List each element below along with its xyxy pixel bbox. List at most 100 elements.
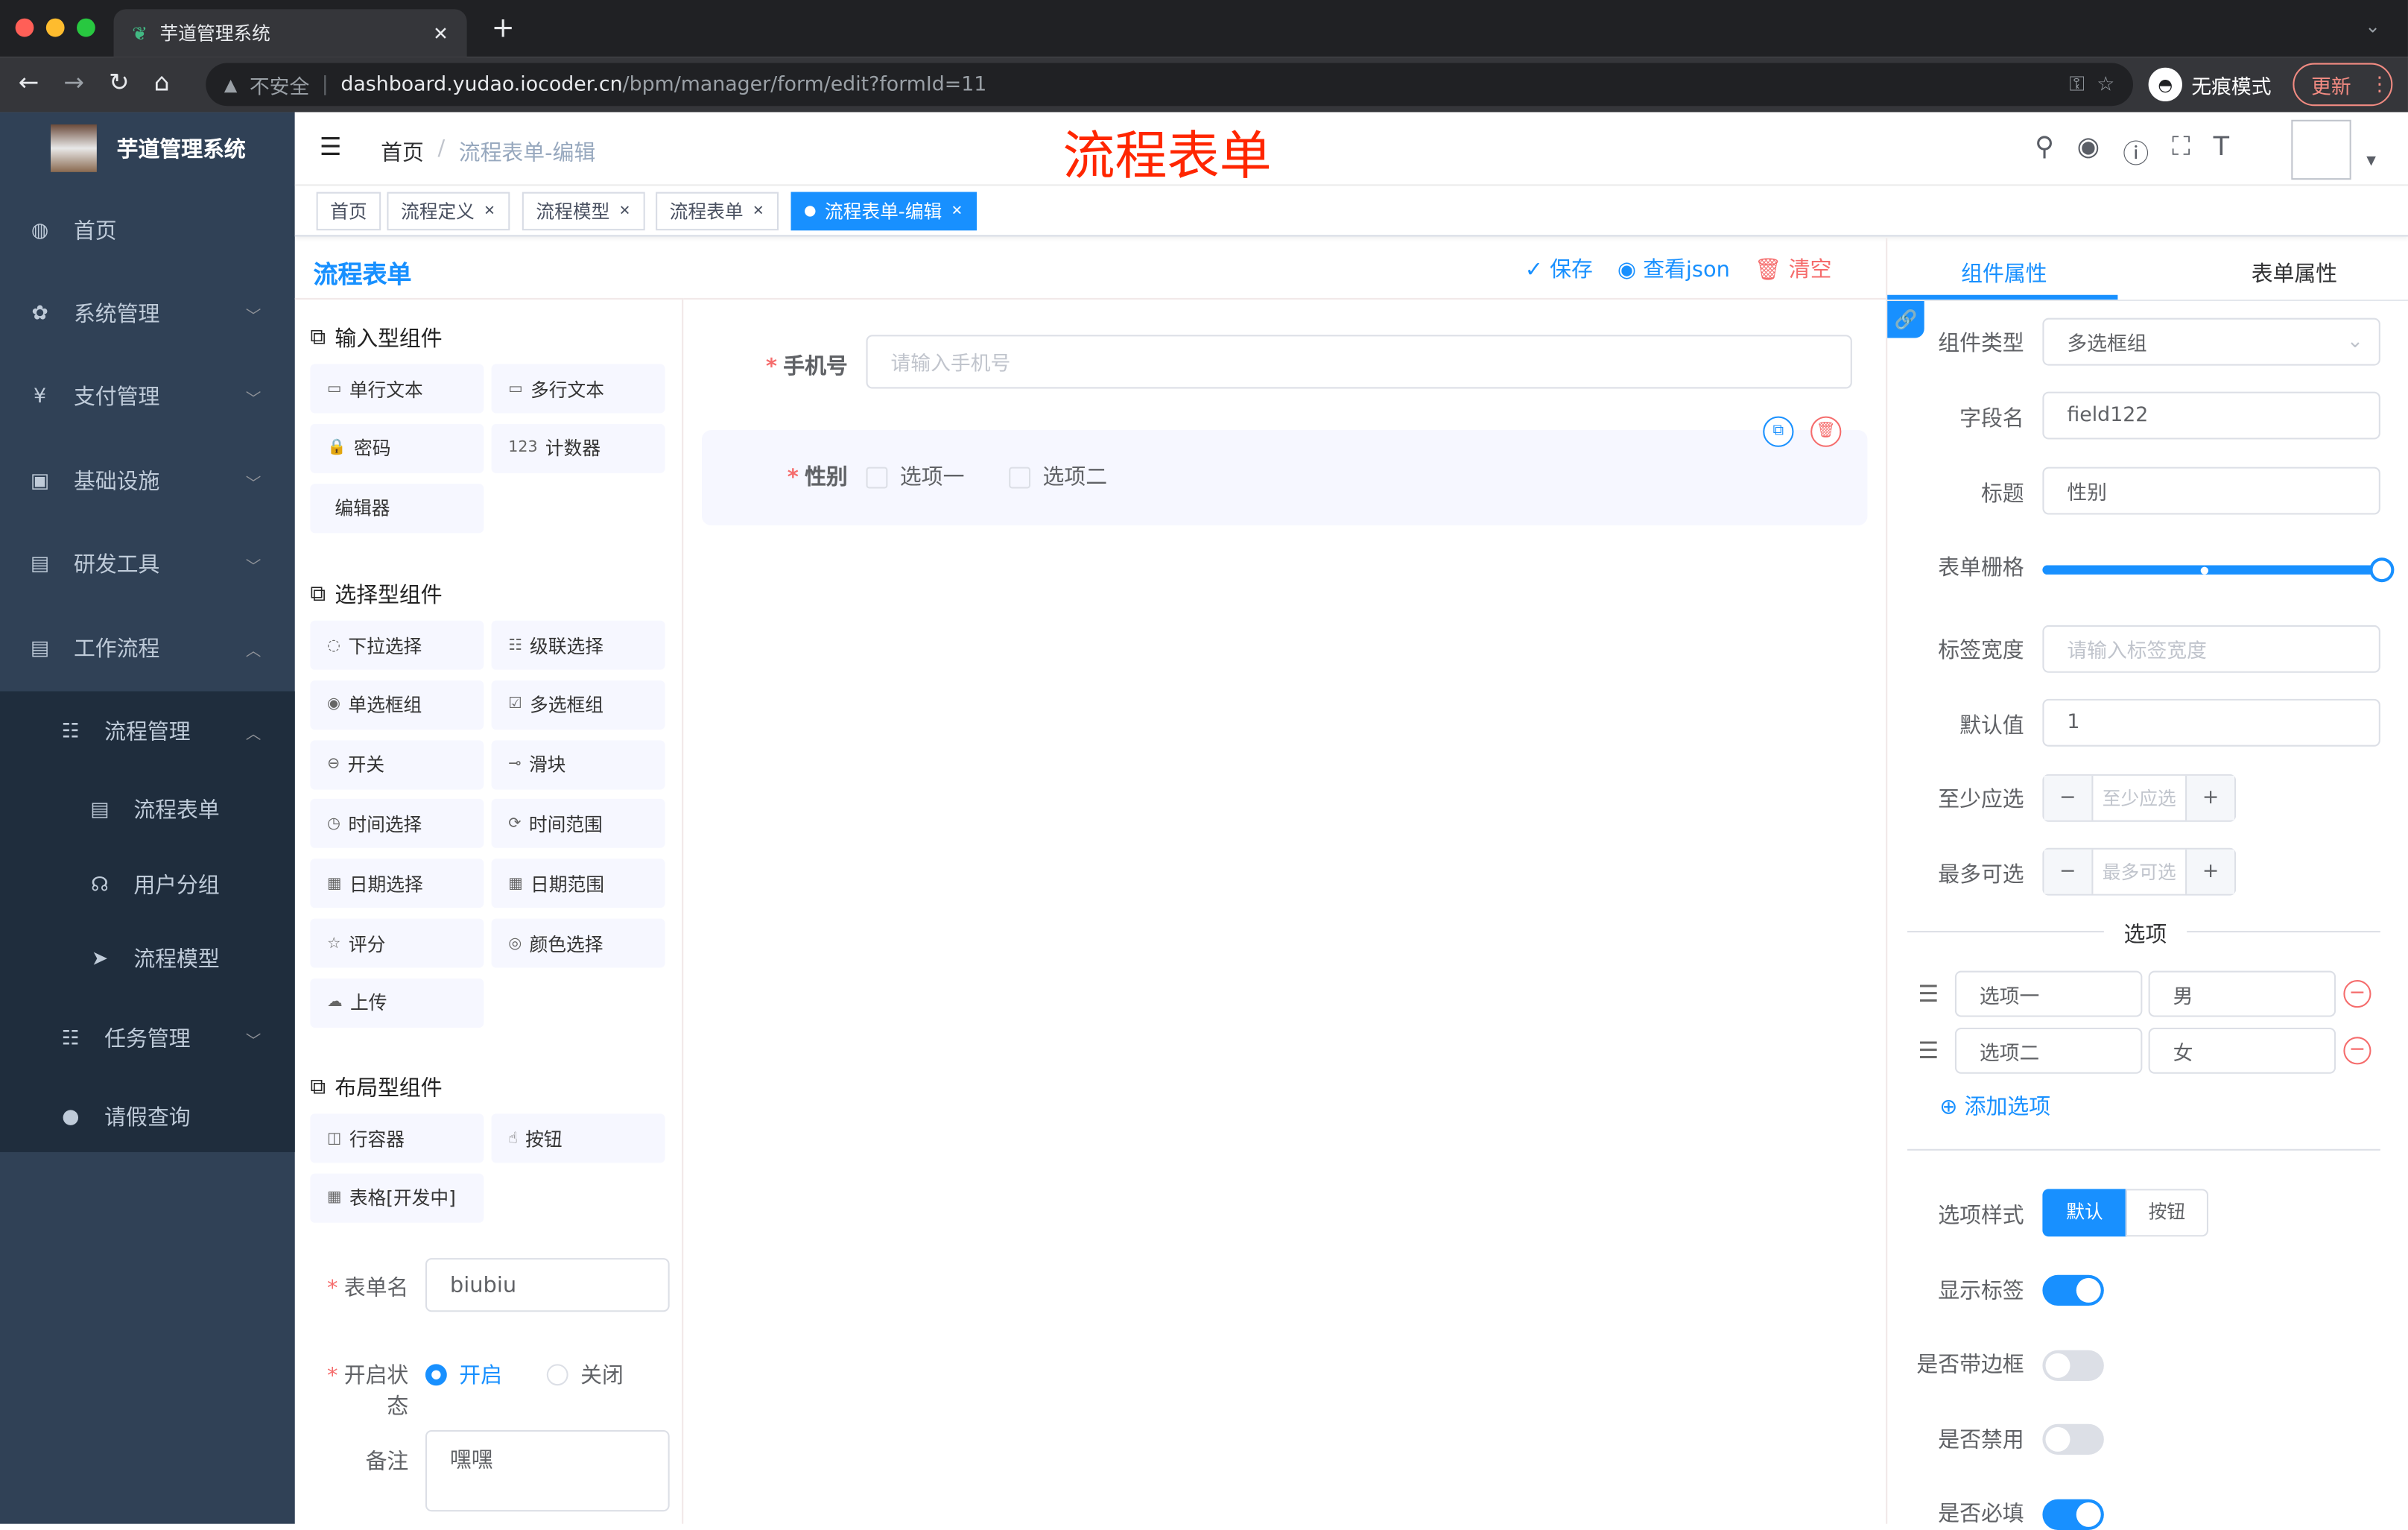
tab-component-props[interactable]: 组件属性	[1961, 258, 2047, 288]
caret-down-icon[interactable]: ▼	[2366, 154, 2376, 168]
close-tag-icon[interactable]: ✕	[619, 203, 631, 219]
sidebar-item[interactable]: ▤ 研发工具 ﹀	[0, 525, 295, 602]
drag-handle-icon[interactable]: ☰	[1918, 980, 1939, 1008]
border-switch[interactable]	[2042, 1350, 2104, 1382]
component-item[interactable]: 编辑器	[310, 483, 484, 533]
component-item[interactable]: ⊖ 开关	[310, 739, 484, 789]
sidebar-item[interactable]: ◍ 首页	[0, 192, 295, 269]
home-icon[interactable]: ⌂	[154, 68, 170, 97]
max-stepper[interactable]: − 最多可选 +	[2042, 847, 2237, 896]
component-item[interactable]: ⟳ 时间范围	[491, 799, 665, 849]
plus-icon[interactable]: +	[2185, 849, 2235, 894]
style-default-button[interactable]: 默认	[2042, 1189, 2127, 1237]
option-value-input[interactable]: 女	[2148, 1027, 2336, 1074]
show-label-switch[interactable]	[2042, 1274, 2104, 1306]
user-avatar[interactable]	[2291, 119, 2351, 180]
new-tab-button[interactable]: +	[492, 12, 515, 44]
address-bar[interactable]: ▲ 不安全 | dashboard.yudao.iocoder.cn/bpm/m…	[206, 63, 2134, 107]
close-tag-icon[interactable]: ✕	[752, 203, 764, 219]
grid-slider-track[interactable]	[2042, 565, 2380, 575]
minus-icon[interactable]: −	[2044, 775, 2094, 821]
component-item[interactable]: 123 计数器	[491, 423, 665, 473]
save-button[interactable]: ✓ 保存	[1525, 253, 1593, 284]
component-type-select[interactable]: 多选框组 ⌄	[2042, 317, 2380, 366]
drag-handle-icon[interactable]: ☰	[1918, 1037, 1939, 1064]
maximize-window-button[interactable]	[77, 18, 95, 37]
reload-icon[interactable]: ↻	[109, 68, 130, 97]
font-size-icon[interactable]: T	[2214, 132, 2229, 171]
status-radio-off[interactable]: 关闭	[546, 1359, 624, 1390]
browser-tab[interactable]: ❦ 芋道管理系统 ✕	[113, 9, 467, 57]
component-item[interactable]: ▦ 日期范围	[491, 859, 665, 908]
style-button-button[interactable]: 按钮	[2125, 1189, 2209, 1237]
sidebar-item[interactable]: ▤ 流程表单	[0, 771, 295, 848]
update-button[interactable]: 更新 ⋮	[2293, 63, 2393, 107]
hamburger-icon[interactable]: ☰	[320, 132, 342, 161]
component-item[interactable]: ◌ 下拉选择	[310, 620, 484, 670]
option-label-input[interactable]: 选项二	[1954, 1027, 2143, 1074]
sidebar-item[interactable]: ▤ 工作流程 ︿	[0, 610, 295, 686]
component-item[interactable]: ◷ 时间选择	[310, 799, 484, 849]
fullscreen-icon[interactable]: ⛶	[2172, 132, 2190, 171]
close-tag-icon[interactable]: ✕	[951, 203, 963, 219]
add-option-button[interactable]: ⊕ 添加选项	[1939, 1090, 2050, 1121]
status-radio-on[interactable]: 开启	[425, 1359, 502, 1390]
component-item[interactable]: ◎ 颜色选择	[491, 918, 665, 968]
phone-input[interactable]: 请输入手机号	[866, 335, 1852, 389]
sidebar-item[interactable]: ¥ 支付管理 ﹀	[0, 358, 295, 434]
minimize-window-button[interactable]	[45, 18, 65, 37]
title-input[interactable]: 性别	[2042, 467, 2380, 515]
remove-option-icon[interactable]: −	[2343, 980, 2371, 1008]
component-item[interactable]: ▦ 日期选择	[310, 859, 484, 908]
minus-icon[interactable]: −	[2044, 849, 2094, 894]
sidebar-item[interactable]: ☊ 用户分组	[0, 847, 295, 923]
star-icon[interactable]: ☆	[2097, 73, 2114, 96]
sidebar-item[interactable]: ● 请假查询	[0, 1078, 295, 1155]
tag-3[interactable]: 流程表单 ✕	[656, 192, 779, 231]
search-icon[interactable]: ⚲	[2035, 132, 2054, 171]
component-item[interactable]: ◫ 行容器	[310, 1113, 484, 1163]
back-icon[interactable]: ←	[19, 68, 39, 97]
tag-0[interactable]: 首页	[316, 192, 381, 231]
form-name-input[interactable]: biubiu	[425, 1258, 670, 1312]
required-switch[interactable]	[2042, 1499, 2104, 1530]
forward-icon[interactable]: →	[63, 68, 84, 97]
field-input[interactable]: field122	[2042, 391, 2380, 440]
tab-form-props[interactable]: 表单属性	[2252, 258, 2337, 288]
incognito-button[interactable]: ◓ 无痕模式	[2142, 63, 2284, 107]
component-item[interactable]: ☝ 按钮	[491, 1113, 665, 1163]
component-item[interactable]: ▭ 多行文本	[491, 364, 665, 414]
option-value-input[interactable]: 男	[2148, 970, 2336, 1017]
component-item[interactable]: 🔒 密码	[310, 423, 484, 473]
breadcrumb-home[interactable]: 首页	[381, 136, 424, 167]
delete-icon[interactable]: 🗑	[1810, 416, 1842, 447]
disabled-switch[interactable]	[2042, 1423, 2104, 1455]
component-item[interactable]: ⊸ 滑块	[491, 739, 665, 789]
sidebar-item[interactable]: ▣ 基础设施 ﹀	[0, 443, 295, 519]
sidebar-item[interactable]: ☷ 任务管理 ﹀	[0, 1000, 295, 1077]
remark-textarea[interactable]: 嘿嘿	[425, 1429, 670, 1512]
option-label-input[interactable]: 选项一	[1954, 970, 2143, 1017]
default-input[interactable]: 1	[2042, 698, 2380, 747]
view-json-button[interactable]: ◉ 查看json	[1618, 253, 1730, 284]
checkbox-option-2[interactable]: 选项二	[1009, 461, 1107, 491]
key-icon[interactable]: ⚿	[2069, 73, 2084, 96]
component-item[interactable]: ◉ 单选框组	[310, 680, 484, 730]
component-item[interactable]: ☑ 多选框组	[491, 680, 665, 730]
remove-option-icon[interactable]: −	[2343, 1037, 2371, 1065]
component-item[interactable]: ▦ 表格[开发中]	[310, 1173, 484, 1223]
component-item[interactable]: ▭ 单行文本	[310, 364, 484, 414]
tab-list-chevron-icon[interactable]: ⌄	[2365, 16, 2380, 37]
close-window-button[interactable]	[15, 18, 34, 37]
tag-1[interactable]: 流程定义 ✕	[387, 192, 510, 231]
min-stepper[interactable]: − 至少应选 +	[2042, 774, 2237, 822]
github-icon[interactable]: ◉	[2077, 132, 2100, 171]
component-item[interactable]: ☷ 级联选择	[491, 620, 665, 670]
copy-icon[interactable]: ⧉	[1763, 416, 1794, 447]
sidebar-item[interactable]: ☷ 流程管理 ︿	[0, 693, 295, 770]
tag-2[interactable]: 流程模型 ✕	[522, 192, 644, 231]
sidebar-item[interactable]: ➤ 流程模型	[0, 920, 295, 997]
plus-icon[interactable]: +	[2185, 775, 2235, 821]
label-width-input[interactable]: 请输入标签宽度	[2042, 625, 2380, 673]
clear-button[interactable]: 🗑 清空	[1755, 253, 1832, 284]
